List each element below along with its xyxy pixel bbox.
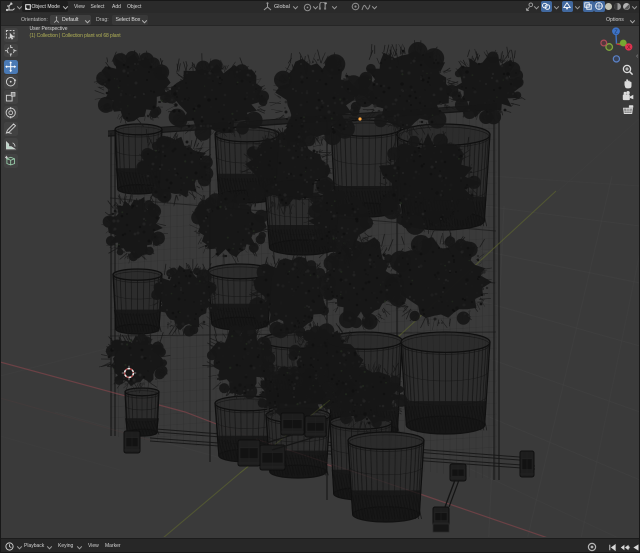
svg-text:X: X (627, 45, 631, 51)
